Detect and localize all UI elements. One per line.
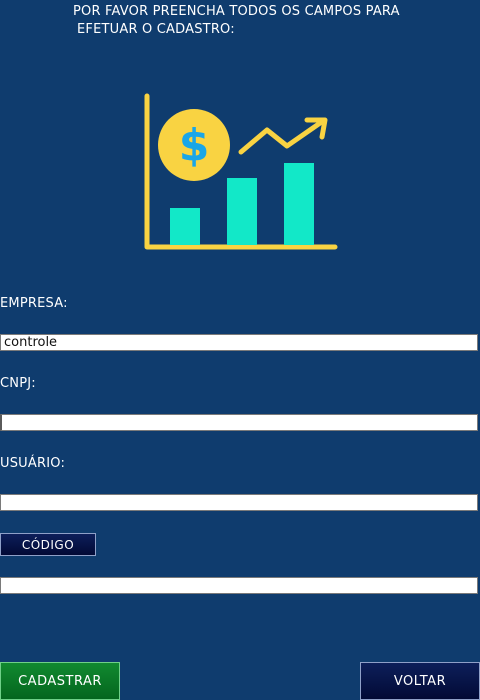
dollar-sign-icon: $ (179, 120, 210, 171)
form-instruction: POR FAVOR PREENCHA TODOS OS CAMPOS PARA … (73, 3, 400, 39)
cadastrar-button[interactable]: CADASTRAR (0, 662, 120, 700)
growth-bar-1 (170, 208, 200, 245)
usuario-input[interactable] (0, 494, 478, 511)
cnpj-label: CNPJ: (0, 376, 36, 391)
finance-growth-chart-icon: $ (144, 93, 338, 250)
instruction-line-2: EFETUAR O CADASTRO: (77, 22, 235, 37)
trend-arrow-icon (238, 118, 326, 155)
growth-bar-3 (284, 163, 314, 245)
codigo-button[interactable]: CÓDIGO (0, 533, 96, 556)
usuario-label: USUÁRIO: (0, 456, 66, 471)
growth-bar-2 (227, 178, 257, 245)
empresa-input[interactable] (0, 334, 478, 351)
cnpj-input[interactable] (0, 414, 478, 431)
voltar-button[interactable]: VOLTAR (360, 662, 480, 700)
instruction-line-1: POR FAVOR PREENCHA TODOS OS CAMPOS PARA (73, 4, 400, 19)
codigo-input[interactable] (0, 577, 478, 594)
empresa-label: EMPRESA: (0, 296, 68, 311)
